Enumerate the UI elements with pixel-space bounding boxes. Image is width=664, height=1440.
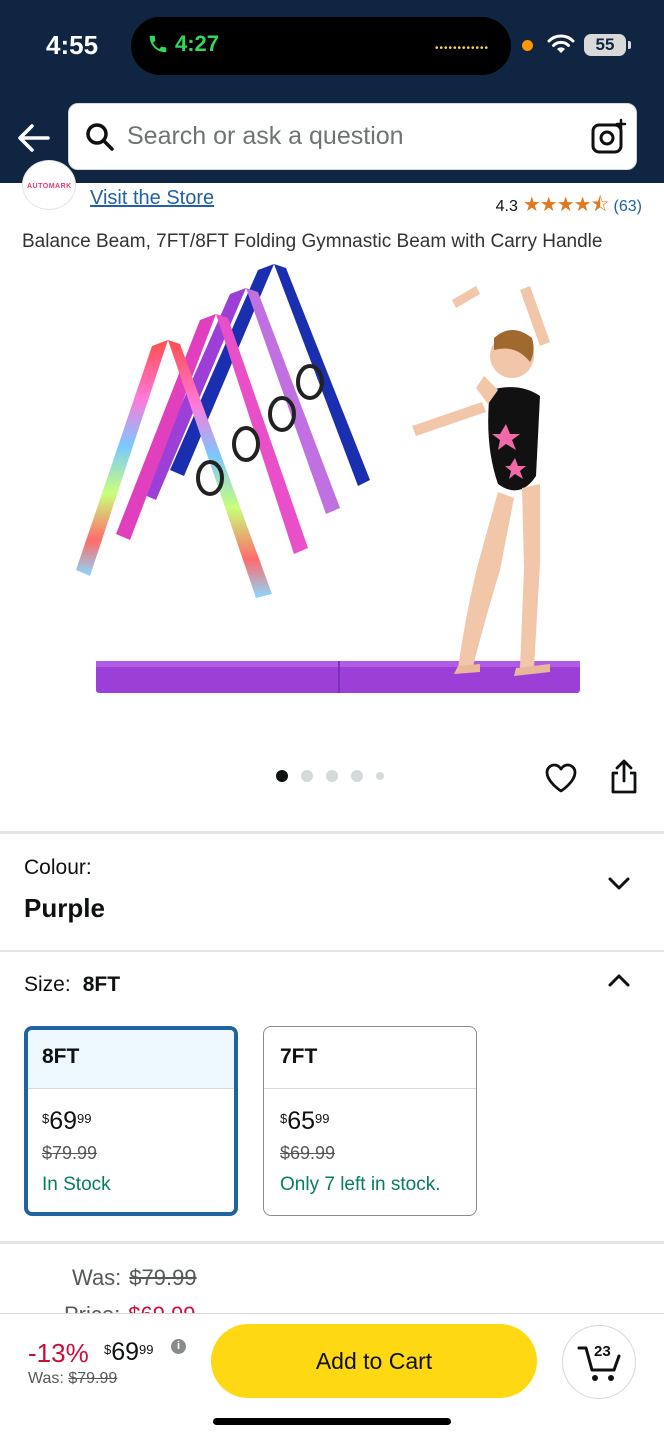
was-value: $79.99 — [68, 1370, 118, 1387]
star-rating-icon: ★★★★⯪ — [522, 194, 610, 216]
currency-symbol: $ — [42, 1111, 50, 1126]
was-label: Was: — [72, 1265, 122, 1290]
rating-summary[interactable]: 4.3 ★★★★⯪ (63) — [496, 190, 642, 224]
size-option-was-price: $79.99 — [42, 1143, 98, 1163]
battery-indicator: 55 — [584, 34, 631, 56]
carousel-dot[interactable] — [376, 772, 384, 780]
price-fraction: 99 — [77, 1111, 92, 1126]
currency-symbol: $ — [280, 1111, 288, 1126]
price-whole: 69 — [49, 1107, 78, 1135]
currency-symbol: $ — [104, 1342, 112, 1357]
size-value: 8FT — [82, 973, 121, 996]
section-divider — [0, 950, 664, 952]
bottom-was-price: Was: $79.99 — [28, 1370, 117, 1388]
store-logo[interactable]: AUTOMARK — [22, 160, 76, 210]
discount-badge: -13% — [28, 1338, 89, 1368]
info-icon[interactable]: i — [171, 1339, 186, 1354]
search-bar[interactable]: Search or ask a question — [68, 103, 637, 170]
size-option-price: $6599 — [280, 1107, 330, 1136]
carousel-dot[interactable] — [301, 770, 313, 782]
section-divider — [0, 831, 664, 834]
cart-count: 23 — [594, 1343, 611, 1360]
wifi-icon — [547, 34, 575, 53]
cart-button[interactable]: 23 — [562, 1325, 636, 1399]
call-indicator[interactable]: 4:27 — [147, 31, 219, 57]
size-label: Size: — [24, 973, 71, 996]
app-header: 4:55 4:27 •••••••••••• 55 Search or ask … — [0, 0, 664, 183]
privacy-indicator — [522, 40, 533, 51]
add-to-cart-button[interactable]: Add to Cart — [211, 1324, 537, 1398]
call-duration: 4:27 — [175, 31, 220, 56]
rating-value: 4.3 — [495, 198, 518, 215]
bottom-price: $6999 — [104, 1338, 154, 1367]
price-whole: 69 — [111, 1338, 140, 1366]
chevron-up-icon[interactable] — [606, 967, 632, 993]
colour-value[interactable]: Purple — [24, 893, 105, 924]
share-icon[interactable] — [606, 758, 642, 796]
chevron-down-icon[interactable] — [606, 871, 632, 897]
colour-label: Colour: — [24, 856, 92, 879]
size-option-8ft[interactable]: 8FT $6999 $79.99 In Stock — [24, 1026, 238, 1216]
visit-store-link[interactable]: Visit the Store — [90, 187, 214, 210]
size-option-stock: Only 7 left in stock. — [280, 1174, 441, 1195]
audio-waveform-icon: •••••••••••• — [434, 43, 489, 54]
carousel-dot[interactable] — [351, 770, 363, 782]
dynamic-island[interactable]: 4:27 •••••••••••• — [131, 17, 511, 75]
home-indicator[interactable] — [213, 1418, 451, 1425]
section-divider — [0, 1241, 664, 1244]
size-option-name: 8FT — [28, 1030, 234, 1089]
back-arrow-icon[interactable] — [14, 118, 54, 158]
size-option-price: $6999 — [42, 1107, 92, 1136]
product-title: Balance Beam, 7FT/8FT Folding Gymnastic … — [22, 231, 603, 252]
size-selector-header: Size: 8FT — [24, 973, 120, 997]
size-option-7ft[interactable]: 7FT $6599 $69.99 Only 7 left in stock. — [263, 1026, 477, 1216]
search-icon — [86, 123, 114, 151]
carousel-dot[interactable] — [326, 770, 338, 782]
camera-lens-icon[interactable] — [590, 118, 628, 156]
size-option-stock: In Stock — [42, 1174, 111, 1195]
was-label: Was: — [28, 1370, 64, 1387]
price-fraction: 99 — [315, 1111, 330, 1126]
rating-count[interactable]: (63) — [614, 198, 642, 216]
was-price: $79.99 — [129, 1265, 197, 1290]
image-carousel-dots[interactable] — [276, 770, 384, 782]
size-option-name: 7FT — [264, 1027, 476, 1089]
carousel-dot[interactable] — [276, 770, 288, 782]
search-input[interactable]: Search or ask a question — [127, 122, 404, 151]
size-option-was-price: $69.99 — [280, 1143, 336, 1163]
status-time: 4:55 — [46, 30, 99, 60]
price-whole: 65 — [287, 1107, 316, 1135]
was-price-row: Was: $79.99 — [72, 1265, 197, 1291]
heart-icon[interactable] — [543, 760, 579, 796]
price-fraction: 99 — [139, 1342, 154, 1357]
phone-icon — [149, 35, 167, 53]
product-image[interactable] — [60, 258, 600, 718]
